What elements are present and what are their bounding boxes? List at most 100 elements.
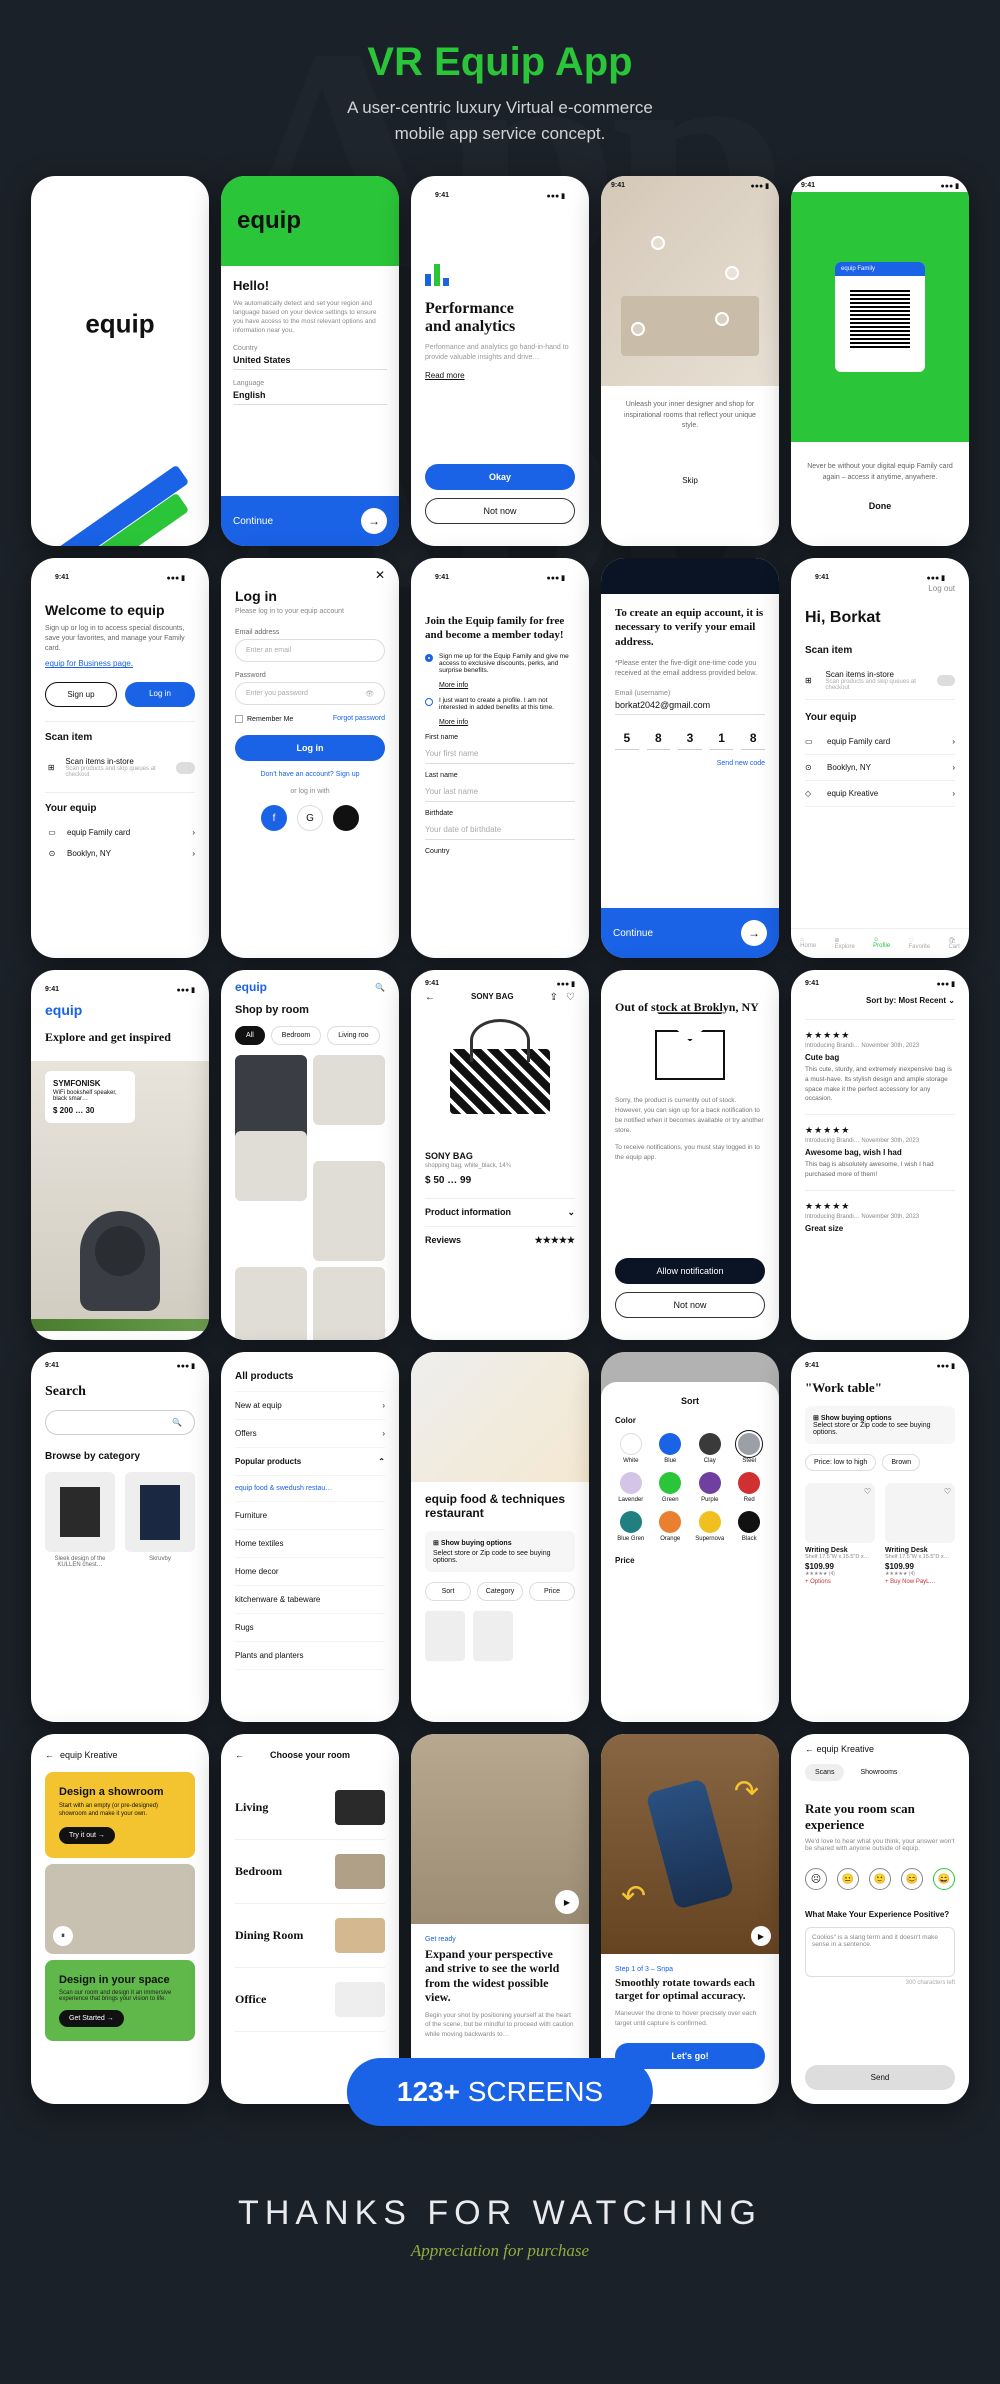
more-info-link[interactable]: More info [439,719,575,726]
nav-home[interactable]: ⌂Home [800,937,816,950]
read-more-link[interactable]: Read more [425,371,575,380]
eye-icon[interactable]: 👁 [365,690,374,698]
tab-all[interactable]: All [235,1026,265,1045]
product-info-section[interactable]: Product information⌄ [425,1198,575,1226]
color-swatch[interactable]: Clay [694,1433,726,1464]
room-living[interactable]: Living [235,1776,385,1840]
signup-link[interactable]: Sign up [336,771,360,778]
search-input[interactable]: 🔍 [45,1410,195,1435]
room-bedroom[interactable]: Bedroom [235,1840,385,1904]
list-item[interactable]: equip food & swedush restau… [235,1476,385,1502]
list-item[interactable]: Home decor [235,1558,385,1586]
family-card-row[interactable]: ▭equip Family card› [805,729,955,755]
product-card[interactable]: SYMFONISK WiFi bookshelf speaker, black … [45,1071,135,1123]
nav-profile[interactable]: ☺Profile [873,937,890,950]
location-row[interactable]: ⊙Booklyn, NY› [805,755,955,781]
close-icon[interactable]: ✕ [235,568,385,582]
face-2[interactable]: 😐 [837,1868,859,1890]
search-icon[interactable]: 🔍 [375,983,385,992]
password-input[interactable]: Enter you password 👁 [235,682,385,705]
face-4[interactable]: 😊 [901,1868,923,1890]
share-icon[interactable]: ⇪ [550,992,558,1003]
email-input[interactable]: Enter an email [235,639,385,662]
forgot-link[interactable]: Forgot password [333,715,385,723]
login-submit[interactable]: Log in [235,735,385,761]
facebook-icon[interactable]: f [261,805,287,831]
list-item[interactable]: Home textiles [235,1530,385,1558]
heart-icon[interactable]: ♡ [944,1487,951,1496]
play-icon[interactable]: ▶ [555,1890,579,1914]
family-card-row[interactable]: ▭equip Family card› [45,822,195,843]
color-swatch[interactable]: Orange [655,1511,687,1542]
color-swatch[interactable]: Black [734,1511,766,1542]
chip-brown[interactable]: Brown [882,1454,920,1471]
product-card[interactable]: ♡ Writing Desk Shelf 17.5"W x 15.5"D x… … [885,1483,955,1585]
category-item[interactable]: Skruvby [125,1472,195,1568]
radio-family[interactable] [425,654,433,662]
color-swatch[interactable]: Blue Gren [615,1511,647,1542]
resend-link[interactable]: Send new code [615,760,765,767]
country-select[interactable]: United States [233,355,387,370]
play-icon[interactable]: ▶ [751,1926,771,1946]
color-swatch[interactable]: Supernova [694,1511,726,1542]
chip-price[interactable]: Price: low to high [805,1454,876,1471]
logout-link[interactable]: Log out [805,584,955,593]
code-digit[interactable]: 8 [741,731,765,750]
kreative-row[interactable]: ◇equip Kreative› [805,781,955,807]
code-digit[interactable]: 5 [615,731,639,750]
first-name-input[interactable]: Your first name [425,744,575,764]
allow-notification-button[interactable]: Allow notification [615,1258,765,1284]
sort-by[interactable]: Sort by: Most Recent ⌄ [805,996,955,1005]
tab-scans[interactable]: Scans [805,1764,844,1781]
continue-bar[interactable]: Continue → [601,908,779,958]
get-started-button[interactable]: Get Started → [59,2010,124,2027]
color-swatch[interactable]: Steel [734,1433,766,1464]
scan-store-toggle[interactable]: ⊞Scan items in-storeScan products and sk… [805,662,955,700]
color-swatch[interactable]: White [615,1433,647,1464]
price-pill[interactable]: Price [529,1582,575,1601]
back-icon[interactable]: ← [45,1750,54,1760]
login-button[interactable]: Log in [125,682,195,707]
scan-instore-toggle[interactable]: ⊞ Scan items in-storeScan products and s… [45,751,195,784]
pause-icon[interactable]: ⏸ [53,1926,73,1946]
signup-button[interactable]: Sign up [45,682,117,707]
apple-icon[interactable] [333,805,359,831]
sort-pill[interactable]: Sort [425,1582,471,1601]
skip-button[interactable]: Skip [601,476,779,485]
list-item[interactable]: Rugs [235,1614,385,1642]
list-item[interactable]: Offers› [235,1420,385,1448]
google-icon[interactable]: G [297,805,323,831]
back-icon[interactable]: ← [425,992,435,1003]
code-digit[interactable]: 8 [647,731,671,750]
reviews-section[interactable]: Reviews★★★★★ [425,1226,575,1254]
color-swatch[interactable]: Blue [655,1433,687,1464]
tab-showrooms[interactable]: Showrooms [850,1764,907,1781]
face-3[interactable]: 🙂 [869,1868,891,1890]
okay-button[interactable]: Okay [425,464,575,490]
tab-living[interactable]: Living roo [327,1026,379,1045]
product-card[interactable]: ♡ Writing Desk Shelf 17.5"W x 15.5"D x… … [805,1483,875,1585]
not-now-button[interactable]: Not now [615,1292,765,1318]
feedback-textarea[interactable]: Coolios" is a slang term and it doesn't … [805,1927,955,1977]
tab-bedroom[interactable]: Bedroom [271,1026,321,1045]
radio-profile[interactable] [425,698,433,706]
nav-cart[interactable]: 🛍Cart [948,937,959,950]
nav-explore[interactable]: ⊕Explore [834,937,854,950]
nav-favorite[interactable]: ♡Favorite [908,937,930,950]
color-swatch[interactable]: Lavender [615,1472,647,1503]
language-select[interactable]: English [233,390,387,405]
continue-bar[interactable]: Continue → [221,496,399,546]
color-swatch[interactable]: Red [734,1472,766,1503]
code-digit[interactable]: 1 [710,731,734,750]
color-swatch[interactable]: Green [655,1472,687,1503]
done-button[interactable]: Done [791,501,969,511]
face-5[interactable]: 😄 [933,1868,955,1890]
color-swatch[interactable]: Purple [694,1472,726,1503]
category-pill[interactable]: Category [477,1582,523,1601]
list-item[interactable]: Furniture [235,1502,385,1530]
room-dining[interactable]: Dining Room [235,1904,385,1968]
location-row[interactable]: ⊙Booklyn, NY› [45,843,195,864]
list-item[interactable]: Plants and planters [235,1642,385,1670]
category-item[interactable]: Sleek design of the KULLEN chest… [45,1472,115,1568]
heart-icon[interactable]: ♡ [566,992,575,1003]
